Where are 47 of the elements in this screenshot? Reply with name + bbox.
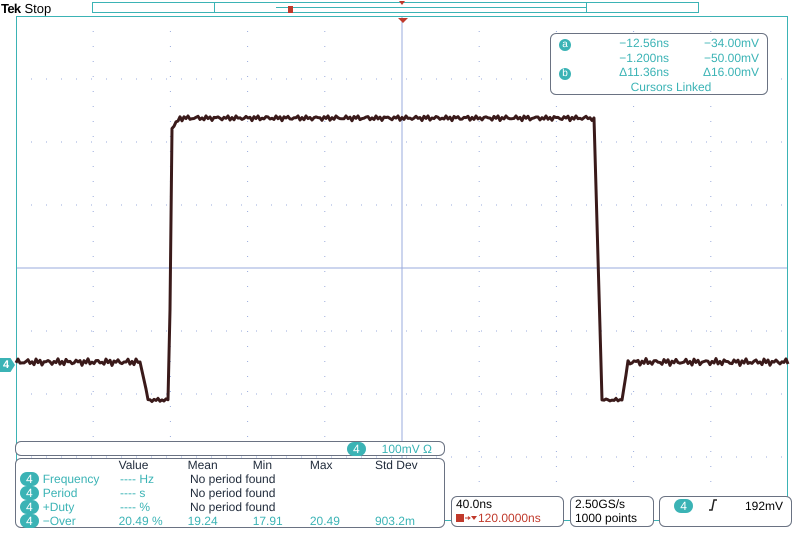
trigger-level: 192mV <box>744 499 783 513</box>
trigger-position-icon <box>456 513 478 523</box>
channel-badge: 4 <box>20 472 39 486</box>
cursor-time: −1.200ns <box>618 51 669 65</box>
channel-scale: 100mV Ω <box>382 440 432 458</box>
record-length: 1000 points <box>575 511 638 525</box>
measurement-stat: 903.2m <box>374 514 416 528</box>
column-header: Min <box>252 459 274 472</box>
cursors-linked-label: Cursors Linked <box>630 80 712 94</box>
measurement-name: +Duty <box>42 500 74 514</box>
cursor-time: Δ11.36ns <box>618 65 669 80</box>
measurement-name: −Over <box>42 514 76 528</box>
measurement-stat: 17.91 <box>252 514 284 528</box>
cursor-marker: a <box>559 39 571 51</box>
cursor-voltage: Δ16.00mV <box>702 65 759 80</box>
measurement-note: No period found <box>190 500 276 514</box>
column-header: Mean <box>188 459 219 472</box>
column-header: Std Dev <box>374 459 419 472</box>
horizontal-scale: 40.0ns <box>456 497 492 511</box>
column-header: Value <box>118 459 150 472</box>
measurement-value: ---- s <box>120 486 146 500</box>
rising-edge-icon <box>708 499 717 511</box>
measurement-name: Frequency <box>42 472 100 486</box>
channel-badge: 4 <box>346 442 366 456</box>
channel-badge: 4 <box>20 500 39 514</box>
column-header: Max <box>310 459 334 472</box>
cursor-voltage: −50.00mV <box>702 51 759 65</box>
measurement-note: No period found <box>190 486 276 500</box>
measurement-note: No period found <box>190 472 276 486</box>
channel-badge: 4 <box>674 499 693 513</box>
channel-badge: 4 <box>20 514 39 528</box>
channel-marker: 4 <box>0 358 15 372</box>
measurement-stat: 19.24 <box>188 514 219 528</box>
measurement-value: ---- Hz <box>120 472 155 486</box>
measurement-value: ---- % <box>120 500 151 514</box>
measurement-name: Period <box>42 486 78 500</box>
measurement-value: 20.49 % <box>118 514 164 528</box>
channel-badge: 4 <box>20 486 39 500</box>
brand-logo: Tek <box>1 2 20 14</box>
cursor-time: −12.56ns <box>618 36 669 51</box>
sample-rate: 2.50GS/s <box>575 497 626 511</box>
cursor-marker: b <box>559 68 571 80</box>
measurement-stat: 20.49 <box>310 514 341 528</box>
trigger-position: 120.0000ns <box>478 511 541 525</box>
acquisition-status: Stop <box>24 2 52 14</box>
cursor-voltage: −34.00mV <box>702 36 759 51</box>
trigger-marker-icon <box>398 18 408 23</box>
